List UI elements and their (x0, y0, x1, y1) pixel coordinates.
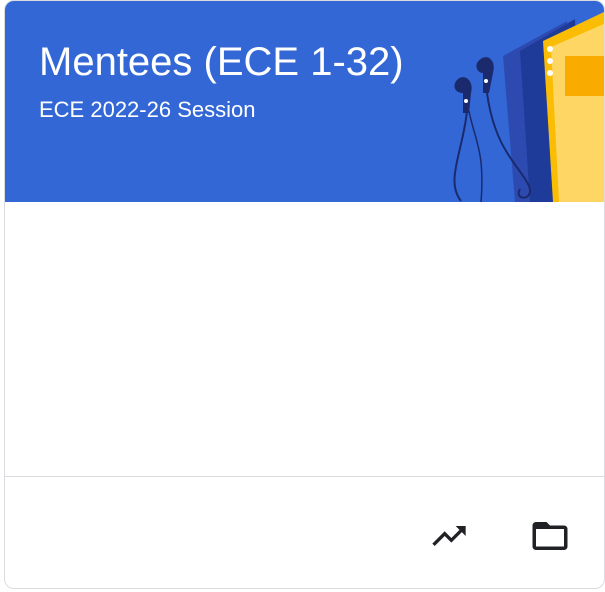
class-title-link[interactable]: Mentees (ECE 1-32) (39, 37, 404, 87)
more-vert-icon (547, 46, 553, 52)
more-vert-icon-dot (547, 58, 553, 64)
open-class-folder-button[interactable] (526, 512, 574, 560)
more-options-button[interactable] (535, 39, 565, 83)
class-section-label: ECE 2022-26 Session (39, 97, 256, 122)
class-card-footer (5, 476, 604, 588)
headphones-notebook-illustration (453, 11, 604, 202)
trending-up-icon (432, 526, 466, 546)
class-card: Mentees (ECE 1-32) ECE 2022-26 Session (4, 0, 605, 589)
folder-icon (532, 522, 568, 550)
class-card-body (5, 202, 604, 476)
open-gradebook-button[interactable] (425, 512, 473, 560)
class-card-banner: Mentees (ECE 1-32) ECE 2022-26 Session (5, 1, 604, 202)
more-vert-icon-dot (547, 70, 553, 76)
